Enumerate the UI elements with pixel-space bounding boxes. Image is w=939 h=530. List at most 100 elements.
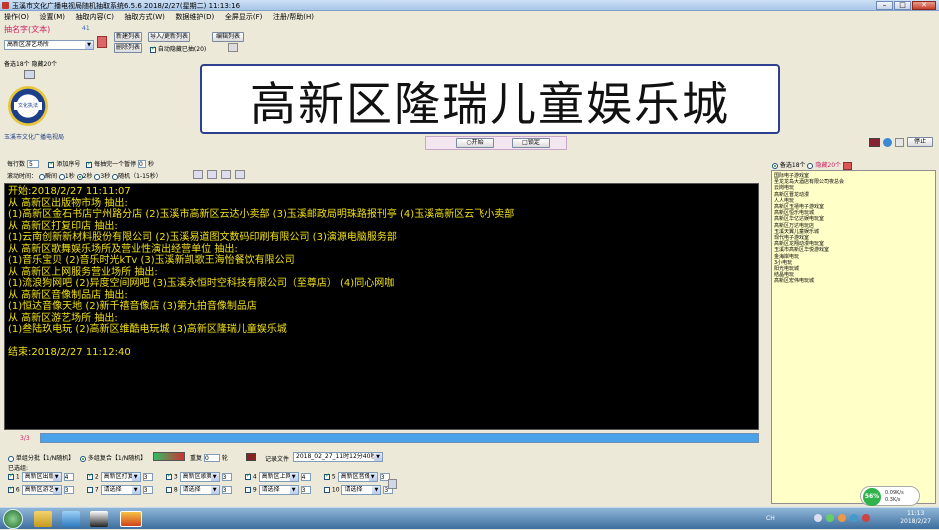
folder-icon[interactable]: [34, 511, 52, 527]
color-icon[interactable]: [869, 138, 880, 147]
progress-fill: [41, 434, 758, 442]
clock[interactable]: 11:13 2018/2/27: [900, 510, 931, 526]
scroll-option-instant[interactable]: [38, 173, 45, 180]
record-file-select[interactable]: 2018_02_27_11时12分40秒 ▼: [293, 452, 383, 462]
lock-button[interactable]: □锁定: [512, 138, 550, 148]
filter-hidden-radio[interactable]: [807, 162, 814, 169]
scroll-option-2s[interactable]: [76, 173, 83, 180]
pause-input[interactable]: 0: [138, 160, 147, 168]
minimize-button[interactable]: –: [876, 1, 893, 10]
expand-groups-button[interactable]: [388, 479, 397, 489]
progress-bar: [40, 433, 759, 443]
pause-checkbox[interactable]: [86, 160, 92, 168]
menu-method[interactable]: 抽取方式(W): [121, 11, 169, 22]
help-icon[interactable]: [895, 138, 904, 147]
group-select[interactable]: 请选择 ▼: [100, 485, 141, 495]
menu-fullscreen[interactable]: 全屏显示(F): [221, 11, 267, 22]
chevron-down-icon: ▼: [210, 473, 219, 481]
add-number-checkbox[interactable]: [48, 160, 55, 168]
group-select[interactable]: 请选择 ▼: [179, 485, 220, 495]
export-icon[interactable]: [235, 170, 245, 179]
new-list-button[interactable]: 新建列表: [114, 32, 142, 42]
group-checkbox[interactable]: [245, 487, 251, 493]
group-select[interactable]: 高新区上网 ▼: [258, 472, 299, 482]
group-count[interactable]: 3: [63, 486, 74, 494]
tray-icon[interactable]: [826, 514, 834, 522]
group-checkbox[interactable]: [166, 472, 172, 480]
mode-single-label: 单组分批【1/N随机】: [15, 455, 75, 462]
start-button[interactable]: ○开始: [456, 138, 494, 148]
language-indicator[interactable]: CH: [766, 515, 775, 522]
edit-list-button[interactable]: 编辑列表: [212, 32, 244, 42]
print-icon[interactable]: [221, 170, 231, 179]
menu-content[interactable]: 抽取内容(C): [72, 11, 118, 22]
tray-icon[interactable]: [838, 514, 846, 522]
list-select[interactable]: 高新区游艺场所 ▼: [4, 40, 94, 50]
book-icon[interactable]: [97, 36, 107, 48]
tray-icon[interactable]: [862, 514, 870, 522]
group-checkbox[interactable]: [87, 487, 93, 493]
penguin-icon[interactable]: [90, 511, 108, 527]
group-count[interactable]: 3: [221, 473, 232, 481]
settings-icon[interactable]: [228, 43, 238, 52]
group-count[interactable]: 4: [300, 473, 311, 481]
repeat-input[interactable]: 0: [203, 454, 220, 462]
undo-icon[interactable]: [193, 170, 203, 179]
save-icon[interactable]: [207, 170, 217, 179]
menu-operate[interactable]: 操作(O): [0, 11, 33, 22]
group-slot: 2 高新区打复▼ 3: [87, 472, 153, 482]
import-list-button[interactable]: 导入/更新列表: [148, 32, 190, 42]
computer-icon[interactable]: [62, 511, 80, 527]
scroll-option-3s[interactable]: [94, 173, 101, 180]
clear-icon[interactable]: [842, 161, 852, 170]
group-count[interactable]: 3: [221, 486, 232, 494]
delete-list-button[interactable]: 删除列表: [114, 43, 142, 53]
toolbar-icons: [193, 170, 249, 180]
auto-hide-option[interactable]: 自动隐藏已抽(20): [150, 44, 206, 53]
group-checkbox[interactable]: [324, 487, 330, 493]
menu-help[interactable]: 注册/帮助(H): [269, 11, 318, 22]
candidate-list[interactable]: 国际电子游戏室 圣龙龙岛大酒店有限公司夜总会 云岗电玩 高新区晋龙动漫 人人电玩…: [771, 170, 936, 504]
group-count[interactable]: 4: [63, 473, 74, 481]
group-select[interactable]: 请选择 ▼: [341, 485, 382, 495]
group-checkbox[interactable]: [324, 472, 330, 480]
menu-settings[interactable]: 设置(M): [36, 11, 70, 22]
pause-label: 每抽完一个暂停: [94, 161, 137, 168]
group-select[interactable]: 高新区出版 ▼: [21, 472, 62, 482]
close-button[interactable]: ✕: [912, 1, 936, 10]
group-checkbox[interactable]: [8, 472, 14, 480]
group-select[interactable]: 高新区打复 ▼: [100, 472, 141, 482]
group-select[interactable]: 请选择 ▼: [258, 485, 299, 495]
mode-multi-radio[interactable]: [79, 455, 86, 462]
group-select[interactable]: 高新区音像 ▼: [337, 472, 378, 482]
network-widget: 56% 0.09K/s 0.3K/s: [860, 486, 920, 506]
record-icon[interactable]: [246, 453, 256, 461]
group-count[interactable]: 3: [300, 486, 311, 494]
info-icon[interactable]: [883, 138, 892, 147]
auto-hide-checkbox[interactable]: [150, 45, 156, 53]
group-count[interactable]: 3: [142, 486, 153, 494]
list-item[interactable]: 高新区宏伟电玩城: [774, 278, 933, 284]
group-checkbox[interactable]: [8, 485, 14, 493]
group-checkbox[interactable]: [245, 472, 251, 480]
mode-single-radio[interactable]: [8, 455, 14, 462]
per-line-input[interactable]: 5: [26, 160, 39, 168]
group-checkbox[interactable]: [87, 472, 93, 480]
group-count[interactable]: 3: [142, 473, 153, 481]
volume-icon[interactable]: [850, 514, 858, 522]
menu-data[interactable]: 数据维护(D): [171, 11, 218, 22]
scroll-option-1s[interactable]: [58, 173, 65, 180]
scroll-time-row: 滚动时间： 瞬间 1秒 2秒 3秒 随机（1-15秒）: [7, 171, 162, 180]
play-toggle[interactable]: [153, 452, 185, 461]
filter-available-radio[interactable]: [772, 162, 778, 169]
start-button[interactable]: [3, 509, 23, 529]
group-select[interactable]: 高新区游艺 ▼: [21, 485, 62, 495]
refresh-icon[interactable]: [24, 70, 35, 79]
maximize-button[interactable]: □: [894, 1, 911, 10]
tray-icon[interactable]: [814, 514, 822, 522]
stop-button[interactable]: 停止: [907, 137, 933, 147]
scroll-option-random[interactable]: [112, 173, 119, 180]
app-taskbar-icon[interactable]: [120, 511, 142, 527]
group-checkbox[interactable]: [166, 487, 172, 493]
group-select[interactable]: 高新区歌舞 ▼: [179, 472, 220, 482]
